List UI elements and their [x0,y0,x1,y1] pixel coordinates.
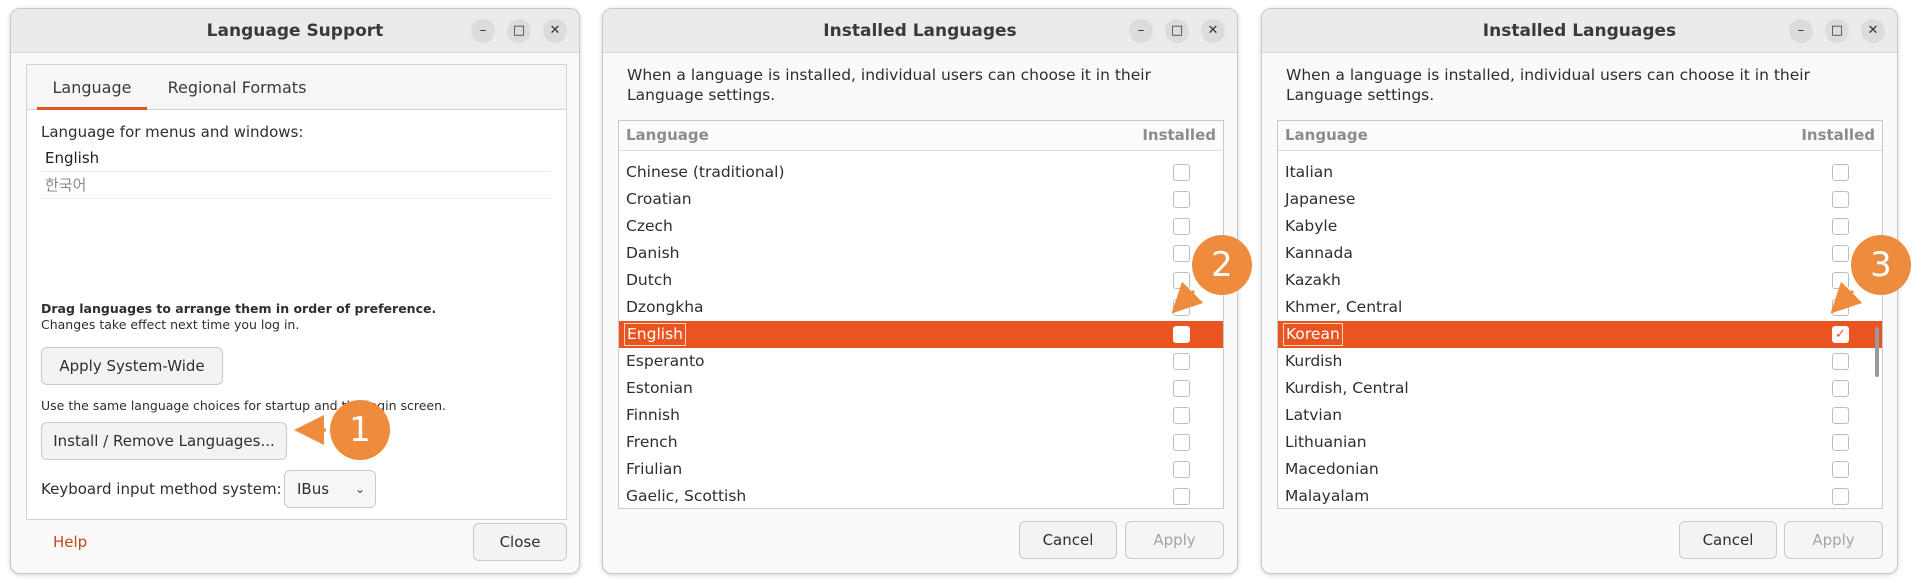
callout-2: 2 [1192,235,1252,295]
callout-1: 1 [330,400,390,460]
arrow-3 [1830,281,1863,314]
callout-arrows [294,281,1863,445]
arrow-2 [1171,281,1204,314]
callout-3: 3 [1851,235,1911,295]
